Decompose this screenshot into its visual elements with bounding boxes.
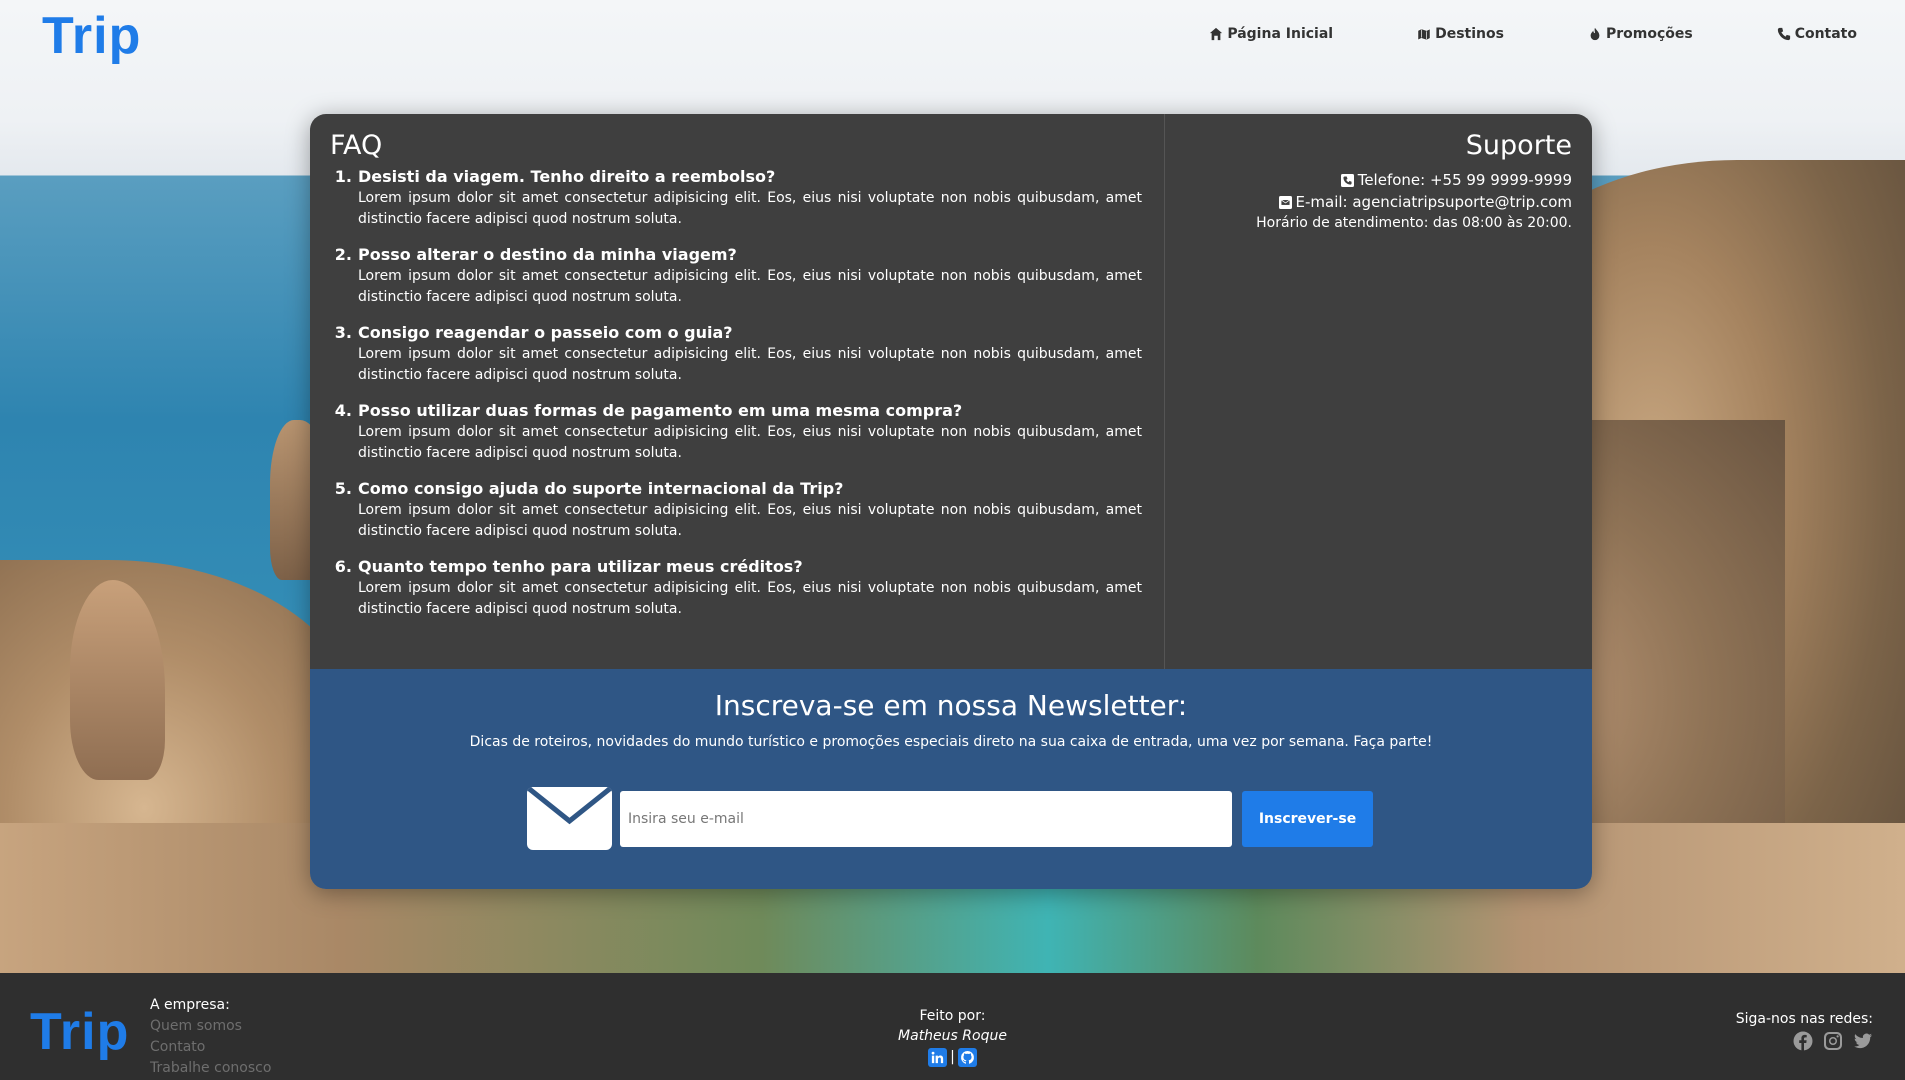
faq-question: Posso alterar o destino da minha viagem? xyxy=(358,245,737,264)
author-name: Matheus Roque xyxy=(898,1028,1007,1044)
envelope-icon xyxy=(527,787,612,850)
faq-answer: Lorem ipsum dolor sit amet consectetur a… xyxy=(358,424,1142,461)
newsletter-subtitle: Dicas de roteiros, novidades do mundo tu… xyxy=(469,734,1433,750)
nav-item-contact[interactable]: Contato xyxy=(1777,26,1857,42)
social-icons xyxy=(1736,1031,1873,1055)
faq-body: Posso alterar o destino da minha viagem?… xyxy=(358,245,1142,308)
faq-question: Consigo reagendar o passeio com o guia? xyxy=(358,323,733,342)
faq-number: 2. xyxy=(334,245,352,264)
nav-item-promotions[interactable]: Promoções xyxy=(1588,26,1693,42)
envelope-square-icon xyxy=(1278,195,1292,209)
faq-item: 1. Desisti da viagem. Tenho direito a re… xyxy=(330,167,1142,230)
subscribe-button[interactable]: Inscrever-se xyxy=(1242,790,1373,847)
card-top: FAQ 1. Desisti da viagem. Tenho direito … xyxy=(310,114,1592,669)
nav-label: Contato xyxy=(1794,26,1857,42)
faq-answer: Lorem ipsum dolor sit amet consectetur a… xyxy=(358,502,1142,539)
faq-number: 6. xyxy=(334,557,352,576)
faq-answer: Lorem ipsum dolor sit amet consectetur a… xyxy=(358,346,1142,383)
faq-number: 3. xyxy=(334,323,352,342)
faq-number: 1. xyxy=(334,167,352,186)
faq-answer: Lorem ipsum dolor sit amet consectetur a… xyxy=(358,190,1142,227)
main-nav: Página Inicial Destinos Promoções Contat… xyxy=(1125,26,1857,42)
support-hours: Horário de atendimento: das 08:00 às 20:… xyxy=(1256,215,1572,231)
nav-label: Destinos xyxy=(1435,26,1504,42)
newsletter-form: Inscrever-se xyxy=(527,787,1373,850)
newsletter-email-input[interactable] xyxy=(620,790,1232,847)
faq-number: 5. xyxy=(334,479,352,498)
faq-body: Desisti da viagem. Tenho direito a reemb… xyxy=(358,167,1142,230)
nav-label: Página Inicial xyxy=(1227,26,1334,42)
faq-body: Posso utilizar duas formas de pagamento … xyxy=(358,401,1142,464)
support-title: Suporte xyxy=(1465,130,1572,161)
faq-body: Como consigo ajuda do suporte internacio… xyxy=(358,479,1142,542)
nav-item-destinations[interactable]: Destinos xyxy=(1417,26,1504,42)
faq-item: 4. Posso utilizar duas formas de pagamen… xyxy=(330,401,1142,464)
faq-question: Posso utilizar duas formas de pagamento … xyxy=(358,401,963,420)
faq-question: Como consigo ajuda do suporte internacio… xyxy=(358,479,844,498)
social-heading: Siga-nos nas redes: xyxy=(1735,1011,1873,1027)
facebook-icon[interactable] xyxy=(1793,1031,1813,1055)
faq-number: 4. xyxy=(334,401,352,420)
footer-credits: Feito por: Matheus Roque | xyxy=(0,1006,1905,1067)
faq-support-card: FAQ 1. Desisti da viagem. Tenho direito … xyxy=(310,114,1592,889)
instagram-icon[interactable] xyxy=(1823,1031,1843,1055)
faq-answer: Lorem ipsum dolor sit amet consectetur a… xyxy=(358,580,1142,617)
map-icon xyxy=(1417,28,1431,41)
faq-item: 3. Consigo reagendar o passeio com o gui… xyxy=(330,323,1142,386)
faq-title: FAQ xyxy=(330,130,383,161)
fire-icon xyxy=(1590,27,1600,41)
support-phone-text: Telefone: +55 99 9999-9999 xyxy=(1357,171,1572,189)
support-email-text: E-mail: agenciatripsuporte@trip.com xyxy=(1295,193,1572,211)
faq-answer: Lorem ipsum dolor sit amet consectetur a… xyxy=(358,268,1142,305)
faq-body: Consigo reagendar o passeio com o guia? … xyxy=(358,323,1142,386)
newsletter-title: Inscreva-se em nossa Newsletter: xyxy=(714,689,1188,722)
faq-body: Quanto tempo tenho para utilizar meus cr… xyxy=(358,557,1142,620)
newsletter-section: Inscreva-se em nossa Newsletter: Dicas d… xyxy=(310,669,1592,889)
made-by-label: Feito por: xyxy=(919,1008,986,1024)
link-separator: | xyxy=(950,1049,955,1065)
faq-list: 1. Desisti da viagem. Tenho direito a re… xyxy=(330,167,1142,620)
phone-square-icon xyxy=(1340,173,1354,187)
support-section: Suporte Telefone: +55 99 9999-9999 E-mai… xyxy=(1165,114,1592,669)
site-logo[interactable]: Trip xyxy=(42,6,141,66)
footer-social: Siga-nos nas redes: xyxy=(1736,1011,1873,1055)
support-phone[interactable]: Telefone: +55 99 9999-9999 xyxy=(1185,171,1572,189)
linkedin-icon[interactable] xyxy=(928,1047,948,1067)
support-email[interactable]: E-mail: agenciatripsuporte@trip.com xyxy=(1185,193,1572,211)
nav-label: Promoções xyxy=(1605,26,1693,42)
faq-item: 2. Posso alterar o destino da minha viag… xyxy=(330,245,1142,308)
faq-question: Quanto tempo tenho para utilizar meus cr… xyxy=(358,557,803,576)
phone-icon xyxy=(1777,27,1790,41)
faq-item: 5. Como consigo ajuda do suporte interna… xyxy=(330,479,1142,542)
faq-question: Desisti da viagem. Tenho direito a reemb… xyxy=(358,167,776,186)
faq-section: FAQ 1. Desisti da viagem. Tenho direito … xyxy=(310,114,1165,669)
footer: A empresa: Quem somos Contato Trabalhe c… xyxy=(0,973,1905,1080)
home-icon xyxy=(1210,27,1223,41)
nav-item-home[interactable]: Página Inicial xyxy=(1209,26,1333,42)
twitter-icon[interactable] xyxy=(1853,1031,1873,1055)
author-links: | xyxy=(0,1047,1905,1067)
faq-item: 6. Quanto tempo tenho para utilizar meus… xyxy=(330,557,1142,620)
footer-logo[interactable]: Trip xyxy=(30,1002,129,1062)
github-icon[interactable] xyxy=(957,1047,977,1067)
